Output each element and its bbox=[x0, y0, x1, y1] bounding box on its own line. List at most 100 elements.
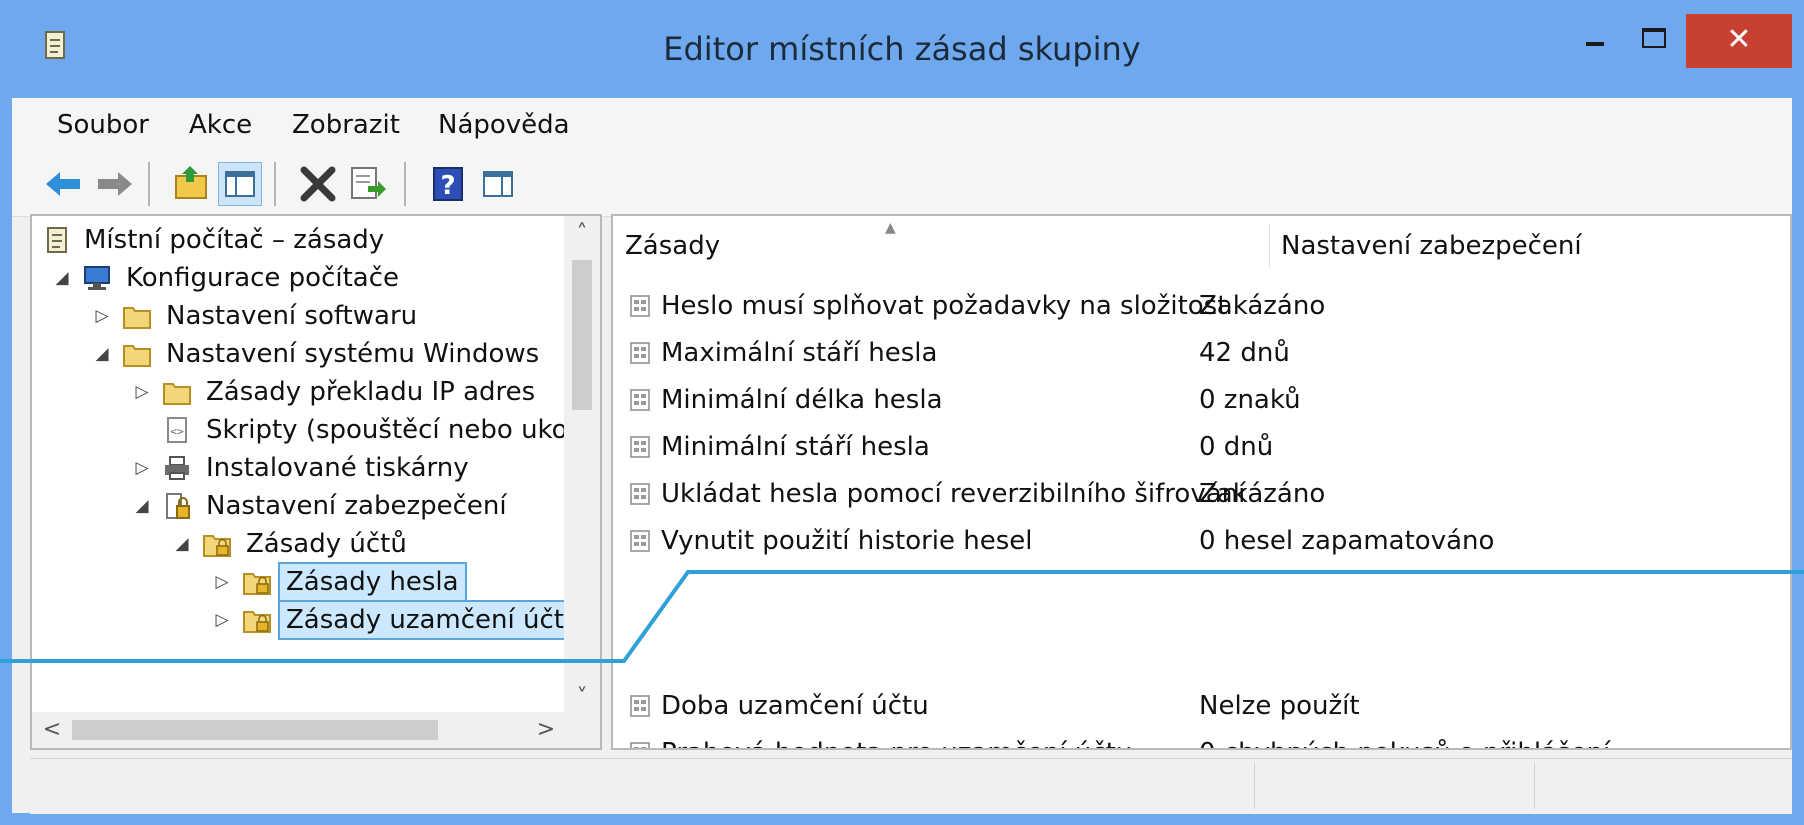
scroll-left-icon[interactable]: < bbox=[34, 712, 70, 748]
policy-row[interactable]: Minimální stáří hesla 0 dnů bbox=[613, 427, 1790, 467]
status-bar bbox=[30, 758, 1792, 814]
app-window: Editor místních zásad skupiny ✕ Soubor A… bbox=[0, 0, 1804, 825]
window-title: Editor místních zásad skupiny bbox=[663, 30, 1141, 68]
policy-row[interactable]: Minimální délka hesla 0 znaků bbox=[613, 380, 1790, 420]
toolbar-separator bbox=[404, 162, 406, 206]
policy-name: Ukládat hesla pomocí reverzibilního šifr… bbox=[661, 479, 1246, 509]
expand-icon[interactable]: ▷ bbox=[212, 600, 232, 640]
help-icon: ? bbox=[433, 167, 463, 201]
policy-setting-value: Zakázáno bbox=[1199, 479, 1326, 509]
policy-setting-value: Nelze použít bbox=[1199, 691, 1360, 721]
show-hide-tree-button[interactable] bbox=[218, 162, 262, 206]
policy-item-icon bbox=[630, 295, 650, 317]
expand-icon[interactable]: ▷ bbox=[132, 372, 152, 412]
policy-name: Doba uzamčení účtu bbox=[661, 691, 929, 721]
column-header-policy[interactable]: Zásady bbox=[625, 216, 720, 276]
sort-ascending-icon: ▲ bbox=[885, 220, 896, 236]
policy-row[interactable]: Doba uzamčení účtu Nelze použít bbox=[613, 686, 1790, 726]
column-header-security-setting[interactable]: Nastavení zabezpečení bbox=[1281, 216, 1582, 276]
window-body: Soubor Akce Zobrazit Nápověda ? Místní p… bbox=[12, 98, 1792, 814]
locked-folder-icon bbox=[243, 611, 271, 633]
policy-list-pane[interactable]: ▲ Zásady Nastavení zabezpečení Heslo mus… bbox=[611, 214, 1792, 750]
expand-icon[interactable]: ▷ bbox=[132, 448, 152, 488]
menu-zobrazit[interactable]: Zobrazit bbox=[292, 98, 400, 152]
scroll-up-icon[interactable]: ˄ bbox=[564, 216, 600, 252]
maximize-button[interactable] bbox=[1628, 22, 1678, 64]
minimize-icon bbox=[1586, 42, 1604, 46]
export-list-icon bbox=[351, 167, 386, 199]
folder-icon bbox=[123, 345, 151, 367]
tree-vertical-scrollbar[interactable]: ˄ ˅ bbox=[564, 216, 600, 716]
minimize-button[interactable] bbox=[1578, 22, 1618, 64]
policy-item-icon bbox=[630, 389, 650, 411]
printer-icon bbox=[165, 456, 189, 480]
tree-item-label: Nastavení softwaru bbox=[166, 301, 418, 331]
policy-name: Prahová hodnota pro uzamčení účtu bbox=[661, 733, 1132, 748]
expand-icon[interactable]: ▷ bbox=[92, 296, 112, 336]
collapse-icon[interactable]: ◢ bbox=[132, 486, 152, 526]
policy-name: Minimální délka hesla bbox=[661, 385, 943, 415]
scroll-thumb[interactable] bbox=[72, 720, 438, 740]
export-list-button[interactable] bbox=[346, 162, 390, 206]
show-hide-tree-icon bbox=[225, 171, 255, 197]
tree-item-label: Zásady překladu IP adres bbox=[206, 377, 536, 407]
folder-icon bbox=[163, 383, 191, 405]
policy-name: Vynutit použití historie hesel bbox=[661, 526, 1033, 556]
svg-text:?: ? bbox=[440, 171, 455, 201]
policy-name: Heslo musí splňovat požadavky na složito… bbox=[661, 291, 1228, 321]
properties-pane-button[interactable] bbox=[476, 162, 520, 206]
tree-item-label: Nastavení zabezpečení bbox=[206, 491, 507, 521]
locked-folder-icon bbox=[203, 535, 231, 557]
close-button[interactable]: ✕ bbox=[1686, 14, 1792, 68]
policy-row[interactable]: Maximální stáří hesla 42 dnů bbox=[613, 333, 1790, 373]
policy-document-icon bbox=[47, 227, 67, 253]
collapse-icon[interactable]: ◢ bbox=[52, 258, 72, 298]
policy-row[interactable]: Vynutit použití historie hesel 0 hesel za… bbox=[613, 521, 1790, 561]
policy-item-icon bbox=[630, 436, 650, 458]
menu-akce[interactable]: Akce bbox=[189, 98, 252, 152]
policy-item-icon bbox=[630, 342, 650, 364]
up-folder-icon bbox=[175, 166, 207, 199]
status-separator bbox=[1254, 763, 1255, 809]
collapse-icon[interactable]: ◢ bbox=[172, 524, 192, 564]
title-bar[interactable]: Editor místních zásad skupiny ✕ bbox=[0, 0, 1804, 98]
policy-row[interactable]: Heslo musí splňovat požadavky na složito… bbox=[613, 286, 1790, 326]
policy-setting-value: 0 dnů bbox=[1199, 432, 1274, 462]
policy-setting-value: 0 znaků bbox=[1199, 385, 1301, 415]
policy-item-icon bbox=[630, 483, 650, 505]
policy-item-icon bbox=[630, 530, 650, 552]
collapse-icon[interactable]: ◢ bbox=[92, 334, 112, 374]
scroll-down-icon[interactable]: ˅ bbox=[564, 680, 600, 716]
forward-arrow-icon bbox=[98, 172, 132, 196]
computer-icon bbox=[84, 266, 110, 290]
script-icon: <> bbox=[167, 417, 187, 443]
tree-horizontal-scrollbar[interactable]: < > bbox=[32, 712, 600, 748]
policy-row[interactable]: Ukládat hesla pomocí reverzibilního šifr… bbox=[613, 474, 1790, 514]
policy-setting-value: 0 hesel zapamatováno bbox=[1199, 526, 1495, 556]
up-folder-button[interactable] bbox=[170, 162, 214, 206]
menu-soubor[interactable]: Soubor bbox=[57, 98, 149, 152]
menu-napoveda[interactable]: Nápověda bbox=[438, 98, 570, 152]
delete-button[interactable] bbox=[296, 162, 340, 206]
expand-icon[interactable]: ▷ bbox=[212, 562, 232, 602]
back-button[interactable] bbox=[42, 162, 86, 206]
tree-item-label: Skripty (spouštěcí nebo ukonč bbox=[206, 415, 599, 445]
close-icon: ✕ bbox=[1726, 22, 1752, 57]
forward-button[interactable] bbox=[92, 162, 136, 206]
policy-item-icon bbox=[630, 742, 650, 748]
scroll-right-icon[interactable]: > bbox=[528, 712, 564, 748]
toolbar-separator bbox=[148, 162, 150, 206]
policy-setting-value: 42 dnů bbox=[1199, 338, 1290, 368]
tree-item-label: Místní počítač – zásady bbox=[84, 225, 385, 255]
column-separator[interactable] bbox=[1269, 224, 1270, 268]
policy-name: Minimální stáří hesla bbox=[661, 432, 930, 462]
svg-text:<>: <> bbox=[170, 425, 184, 438]
policy-setting-value: Zakázáno bbox=[1199, 291, 1326, 321]
tree-item-label: Zásady hesla bbox=[278, 562, 467, 602]
scroll-thumb[interactable] bbox=[572, 260, 592, 410]
tree-pane[interactable]: Místní počítač – zásady ◢ Konfigurace po… bbox=[30, 214, 602, 750]
tree-item-label: Nastavení systému Windows bbox=[166, 339, 540, 369]
help-button[interactable]: ? bbox=[426, 162, 470, 206]
maximize-icon bbox=[1642, 28, 1666, 48]
policy-row[interactable]: Prahová hodnota pro uzamčení účtu 0 chybn… bbox=[613, 733, 1790, 748]
